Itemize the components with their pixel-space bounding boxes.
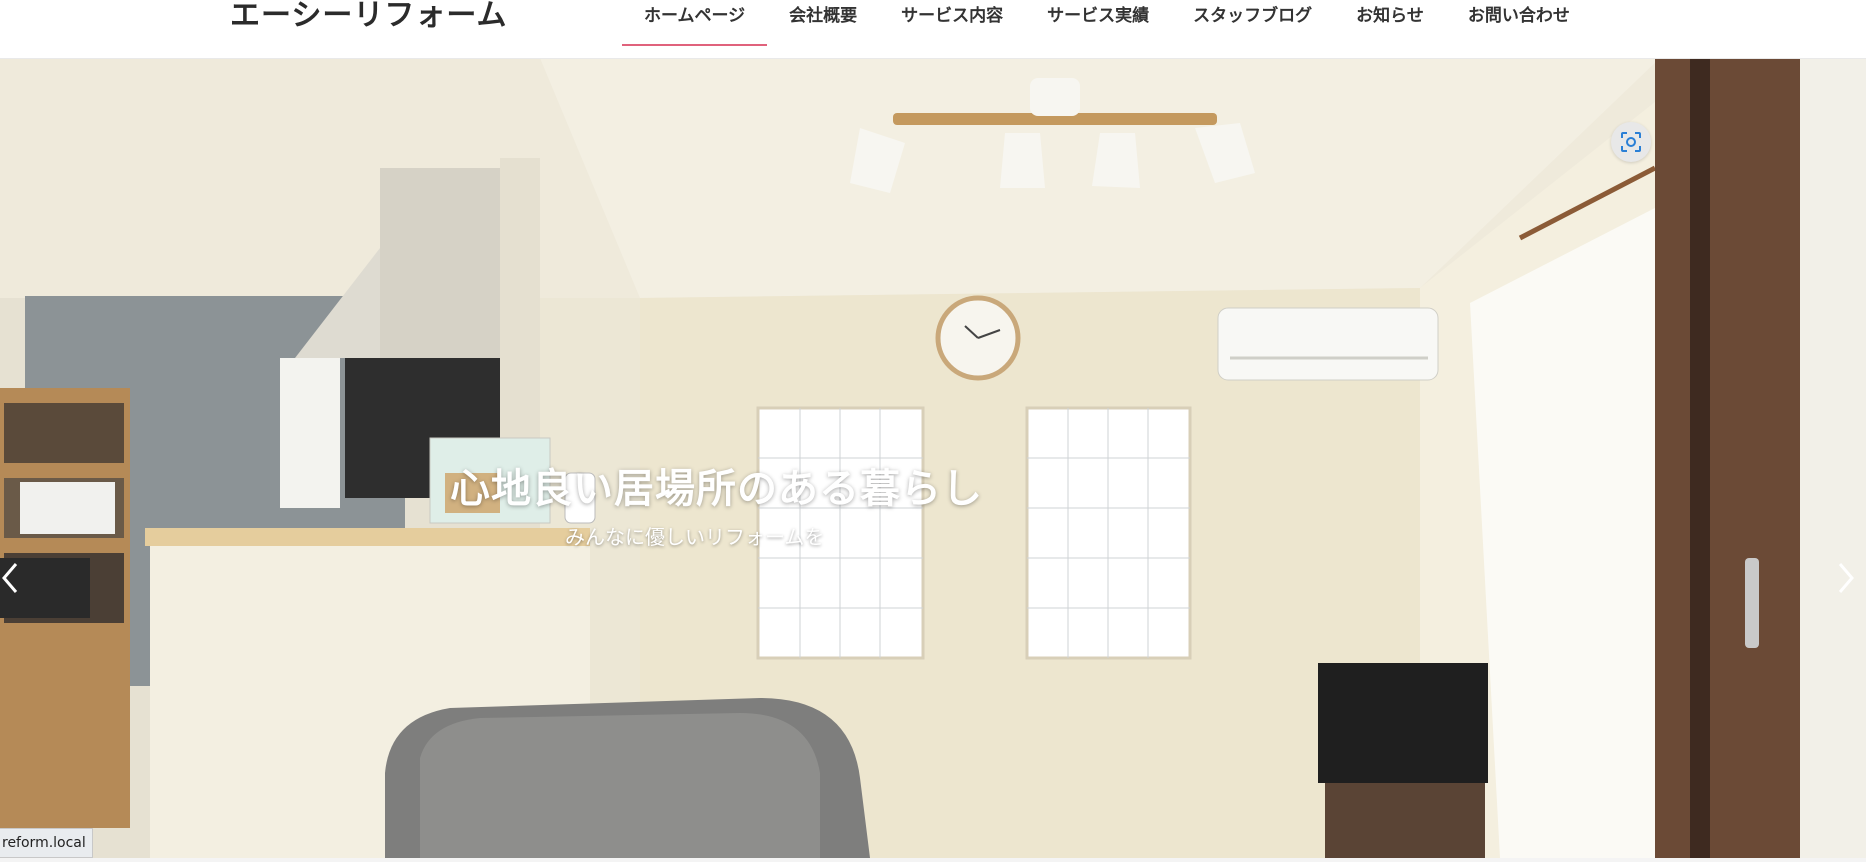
main-nav: ホームページ 会社概要 サービス内容 サービス実績 スタッフブログ お知らせ お… <box>622 0 1592 46</box>
screen-capture-icon <box>1621 132 1641 152</box>
slider-prev-button[interactable] <box>0 558 30 598</box>
nav-item-home[interactable]: ホームページ <box>622 0 768 46</box>
hero-title: 心地良い居場所のある暮らし <box>450 466 983 512</box>
slider-next-button[interactable] <box>1832 558 1862 598</box>
hero-slider: 心地良い居場所のある暮らし みんなに優しいリフォームを <box>0 58 1866 858</box>
site-title[interactable]: エーシーリフォーム <box>230 0 508 34</box>
nav-item-services[interactable]: サービス内容 <box>879 0 1025 46</box>
chevron-left-icon <box>2 563 18 593</box>
site-header: エーシーリフォーム ホームページ 会社概要 サービス内容 サービス実績 スタッフ… <box>0 0 1866 59</box>
bottom-strip <box>0 858 1866 862</box>
hero-image <box>0 58 1866 858</box>
hero-subtitle: みんなに優しいリフォームを <box>565 525 825 549</box>
hero-caption: 心地良い居場所のある暮らし みんなに優しいリフォームを <box>450 463 1050 549</box>
nav-item-works[interactable]: サービス実績 <box>1025 0 1171 46</box>
nav-item-contact[interactable]: お問い合わせ <box>1446 0 1592 46</box>
nav-item-news[interactable]: お知らせ <box>1334 0 1446 46</box>
nav-item-company[interactable]: 会社概要 <box>767 0 879 46</box>
status-bar-url: reform.local <box>0 828 93 858</box>
chevron-right-icon <box>1838 563 1854 593</box>
nav-item-staff-blog[interactable]: スタッフブログ <box>1171 0 1334 46</box>
screen-capture-button[interactable] <box>1611 122 1651 162</box>
